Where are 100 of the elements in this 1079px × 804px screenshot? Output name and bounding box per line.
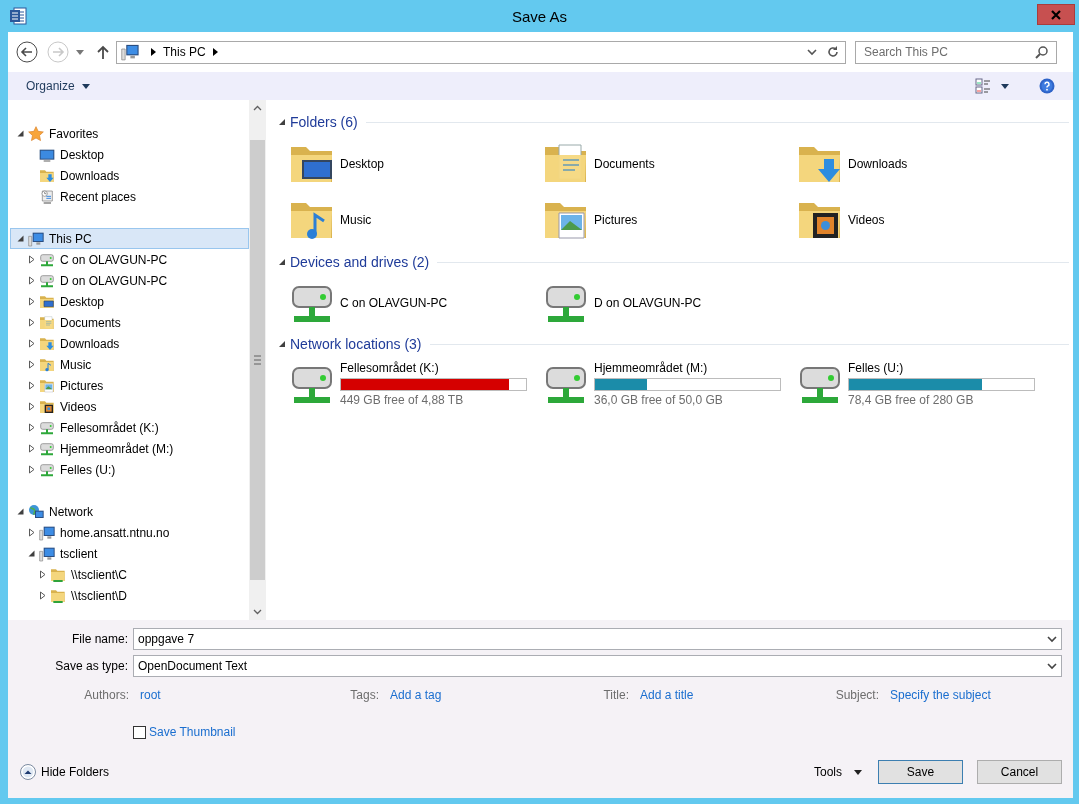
expander-icon[interactable] <box>27 423 36 432</box>
expander-icon[interactable] <box>16 129 25 138</box>
tree-item[interactable]: \\tsclient\D <box>10 585 249 606</box>
tree-item[interactable]: Pictures <box>10 375 249 396</box>
free-space-text: 36,0 GB free of 50,0 GB <box>594 393 724 407</box>
expander-icon[interactable] <box>27 549 36 558</box>
refresh-button[interactable] <box>827 46 839 58</box>
field-label: Save as type: <box>54 659 128 673</box>
expander-icon[interactable] <box>27 339 36 348</box>
tree-item[interactable]: This PC <box>10 228 249 249</box>
metadata-link[interactable]: Add a title <box>640 688 694 702</box>
network-icon <box>28 503 44 520</box>
tree-item[interactable]: Network <box>10 501 249 522</box>
location-name[interactable]: Felles (U:) <box>848 361 1035 375</box>
folder-item[interactable]: Downloads <box>796 136 1050 192</box>
tree-item[interactable]: \\tsclient\C <box>10 564 249 585</box>
shared-folder-icon <box>50 587 66 604</box>
collapse-toggle-icon[interactable] <box>278 258 286 266</box>
history-dropdown-button[interactable] <box>76 49 84 55</box>
tree-item[interactable]: Favorites <box>10 123 249 144</box>
help-button[interactable] <box>1039 78 1055 94</box>
expander-icon[interactable] <box>16 507 25 516</box>
metadata-label: Authors: <box>83 688 129 702</box>
computer-icon <box>39 545 55 562</box>
scrollbar-thumb[interactable] <box>249 140 266 580</box>
tree-item[interactable]: Felles (U:) <box>10 459 249 480</box>
network-drive-icon <box>39 419 55 436</box>
expander-icon[interactable] <box>16 234 25 243</box>
view-dropdown-button[interactable] <box>1001 83 1009 89</box>
collapse-toggle-icon[interactable] <box>278 118 286 126</box>
folder-item[interactable]: Pictures <box>542 192 796 248</box>
breadcrumb-arrow-icon[interactable] <box>151 48 156 56</box>
expander-icon[interactable] <box>27 360 36 369</box>
tools-menu-button[interactable]: Tools <box>814 765 862 779</box>
folder-item[interactable]: Documents <box>542 136 796 192</box>
expander-icon[interactable] <box>27 402 36 411</box>
checkbox[interactable] <box>133 725 146 739</box>
close-icon <box>1051 9 1061 20</box>
address-bar[interactable]: This PC <box>116 40 846 64</box>
metadata-link[interactable]: Specify the subject <box>890 688 991 702</box>
tree-item[interactable]: home.ansatt.ntnu.no <box>10 522 249 543</box>
combo-field[interactable]: OpenDocument Text <box>133 655 1062 677</box>
organize-button[interactable]: Organize <box>26 79 90 93</box>
expander-icon[interactable] <box>27 444 36 453</box>
tree-item[interactable]: Desktop <box>10 144 249 165</box>
back-button[interactable] <box>16 41 38 63</box>
close-button[interactable] <box>1037 4 1075 25</box>
tree-item[interactable]: C on OLAVGUN-PC <box>10 249 249 270</box>
folder-item[interactable]: Desktop <box>288 136 542 192</box>
pictures-folder-icon <box>39 377 55 394</box>
search-field[interactable]: Search This PC <box>855 40 1057 64</box>
network-drive-icon <box>39 272 55 289</box>
view-options-button[interactable] <box>975 78 991 94</box>
desktop-folder-icon <box>39 293 55 310</box>
tree-item[interactable]: Recent places <box>10 186 249 207</box>
location-name[interactable]: Fellesområdet (K:) <box>340 361 527 375</box>
tree-item[interactable]: Hjemmeområdet (M:) <box>10 438 249 459</box>
metadata-link[interactable]: root <box>140 688 161 702</box>
free-space-text: 449 GB free of 4,88 TB <box>340 393 465 407</box>
expander-icon[interactable] <box>27 297 36 306</box>
metadata-label: Tags: <box>349 688 379 702</box>
tree-item[interactable]: Fellesområdet (K:) <box>10 417 249 438</box>
expander-icon[interactable] <box>27 255 36 264</box>
breadcrumb-arrow-icon[interactable] <box>212 48 218 56</box>
tree-item[interactable]: Downloads <box>10 333 249 354</box>
collapse-toggle-icon[interactable] <box>278 340 286 348</box>
drive-item[interactable]: D on OLAVGUN-PC <box>542 276 796 330</box>
expander-icon[interactable] <box>38 591 47 600</box>
location-name[interactable]: Hjemmeområdet (M:) <box>594 361 781 375</box>
drive-item[interactable]: C on OLAVGUN-PC <box>288 276 542 330</box>
caret-icon <box>81 83 90 89</box>
breadcrumb-item[interactable]: This PC <box>163 45 206 59</box>
combo-field[interactable]: oppgave 7 <box>133 628 1062 650</box>
metadata-link[interactable]: Add a tag <box>390 688 442 702</box>
caret-icon <box>854 769 862 775</box>
section-header: Network locations (3) <box>290 336 422 352</box>
tree-item[interactable]: Downloads <box>10 165 249 186</box>
tree-item[interactable]: Videos <box>10 396 249 417</box>
expander-icon[interactable] <box>27 276 36 285</box>
expander-icon[interactable] <box>38 570 47 579</box>
checkbox-label[interactable]: Save Thumbnail <box>149 725 236 739</box>
tree-item[interactable]: Music <box>10 354 249 375</box>
expander-icon[interactable] <box>27 465 36 474</box>
expander-icon[interactable] <box>27 528 36 537</box>
tree-item[interactable]: tsclient <box>10 543 249 564</box>
folder-item[interactable]: Videos <box>796 192 1050 248</box>
computer-icon <box>121 43 139 61</box>
tree-item[interactable]: D on OLAVGUN-PC <box>10 270 249 291</box>
expander-icon[interactable] <box>27 318 36 327</box>
up-button[interactable] <box>97 45 109 59</box>
document-app-icon <box>9 7 27 25</box>
hide-folders-button[interactable]: Hide Folders <box>20 764 110 780</box>
tree-item[interactable]: Documents <box>10 312 249 333</box>
save-button[interactable]: Save <box>878 760 963 784</box>
tree-item[interactable]: Desktop <box>10 291 249 312</box>
cancel-button[interactable]: Cancel <box>977 760 1062 784</box>
search-icon <box>1035 45 1048 59</box>
expander-icon[interactable] <box>27 381 36 390</box>
folder-item[interactable]: Music <box>288 192 542 248</box>
videos-folder-icon <box>39 398 55 415</box>
